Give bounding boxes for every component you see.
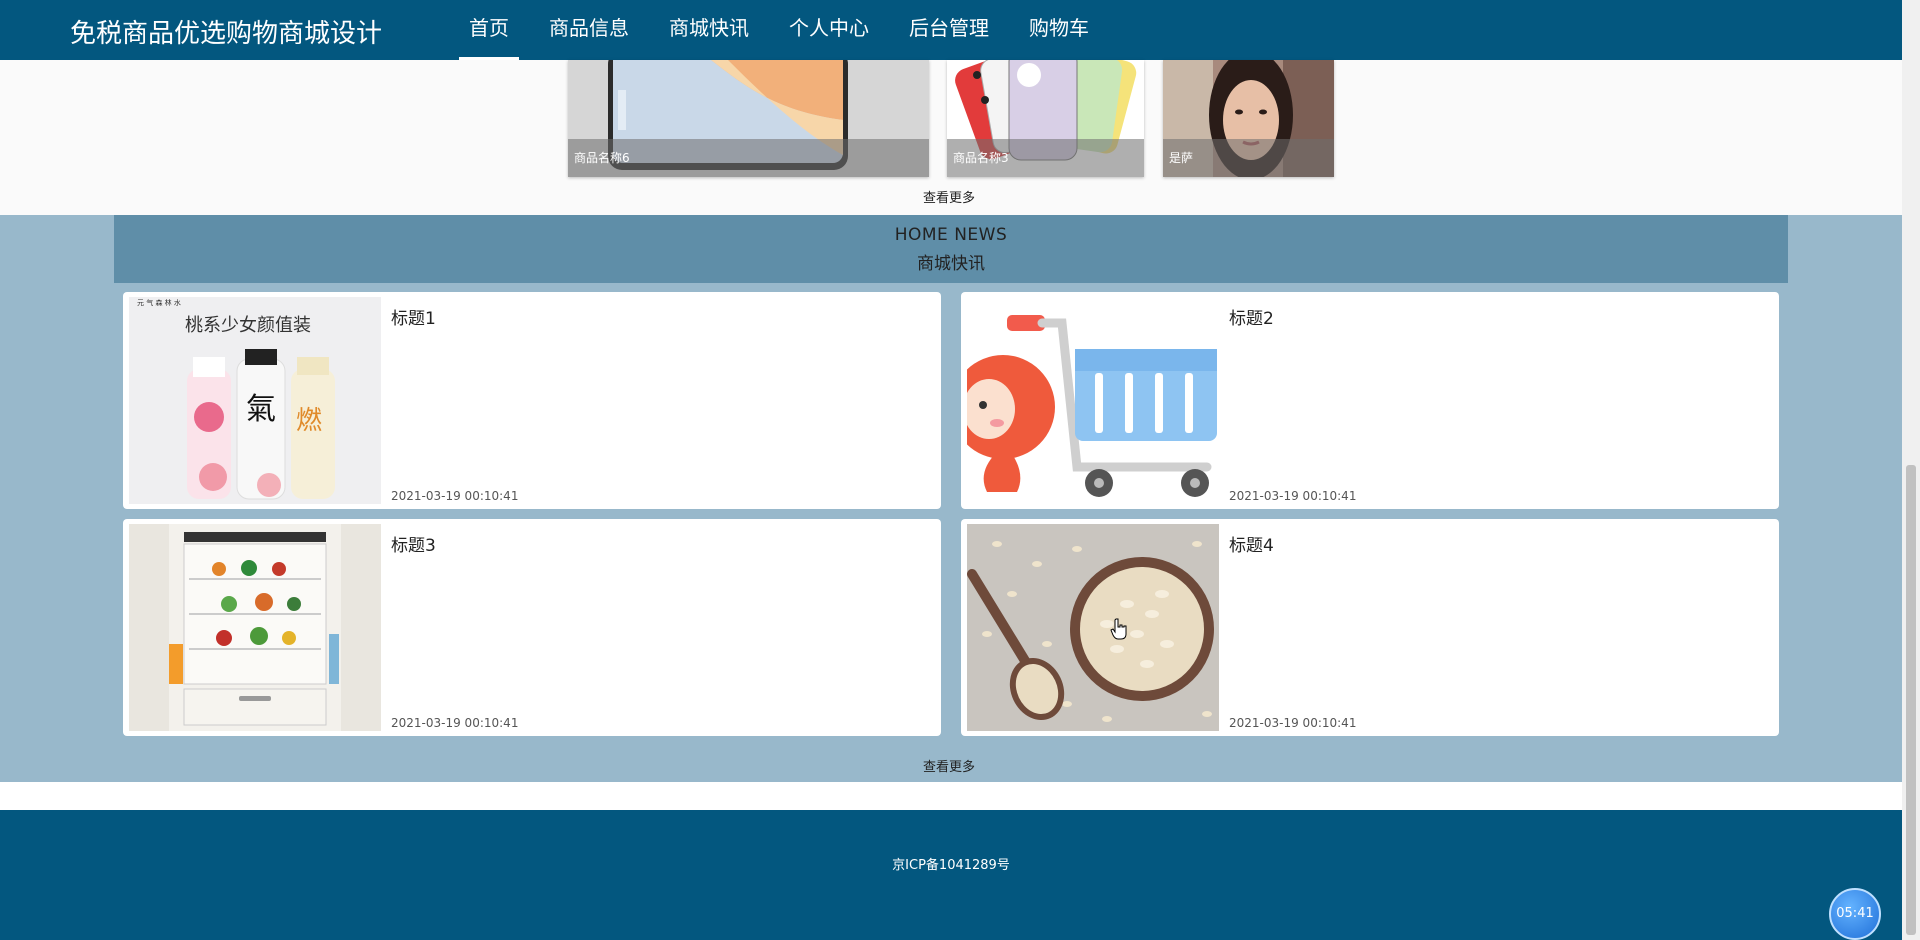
news-title[interactable]: 标题1 (391, 304, 436, 329)
product-card[interactable]: 商品名称3 (947, 60, 1144, 177)
news-card[interactable]: 标题3 2021-03-19 00:10:41 (123, 519, 941, 736)
news-title-en: HOME NEWS (894, 225, 1008, 245)
drinks-brand-text: 元 气 森 林 水 (137, 298, 181, 307)
oats-image (967, 524, 1219, 731)
nav-products[interactable]: 商品信息 (539, 0, 639, 60)
news-title[interactable]: 标题3 (391, 531, 436, 556)
news-date: 2021-03-19 00:10:41 (1229, 489, 1357, 503)
news-card[interactable]: 标题4 2021-03-19 00:10:41 (961, 519, 1779, 736)
clock-widget[interactable]: 05:41 (1829, 888, 1881, 940)
product-section: 商品名称6 商品名称3 是萨 查看更多 (0, 60, 1902, 215)
news-thumbnail (967, 297, 1219, 504)
svg-text:氣: 氣 (246, 392, 276, 427)
product-name: 商品名称3 (947, 139, 1144, 177)
shopping-cart-image (967, 297, 1219, 504)
footer: 京ICP备1041289号 (0, 810, 1902, 940)
product-card[interactable]: 商品名称6 (568, 60, 929, 177)
nav-news[interactable]: 商城快讯 (659, 0, 759, 60)
product-name: 商品名称6 (568, 139, 929, 177)
scrollbar-thumb[interactable] (1906, 465, 1916, 935)
drinks-slogan: 桃系少女颜值装 (185, 315, 311, 336)
news-date: 2021-03-19 00:10:41 (1229, 716, 1357, 730)
news-title[interactable]: 标题4 (1229, 531, 1274, 556)
nav-cart[interactable]: 购物车 (1019, 0, 1099, 60)
news-thumbnail (967, 524, 1219, 731)
view-more-news-link[interactable]: 查看更多 (923, 756, 975, 775)
product-card[interactable]: 是萨 (1163, 60, 1334, 177)
news-header: HOME NEWS 商城快讯 (114, 215, 1788, 283)
news-section: HOME NEWS 商城快讯 元 气 森 林 水 桃系少女颜值装 氣 燃 标题1… (0, 215, 1902, 782)
news-card[interactable]: 标题2 2021-03-19 00:10:41 (961, 292, 1779, 509)
main-nav: 首页 商品信息 商城快讯 个人中心 后台管理 购物车 (459, 0, 1119, 60)
view-more-products-link[interactable]: 查看更多 (923, 187, 975, 206)
news-thumbnail (129, 524, 381, 731)
news-card[interactable]: 元 气 森 林 水 桃系少女颜值装 氣 燃 标题1 2021-03-19 00:… (123, 292, 941, 509)
vertical-scrollbar[interactable] (1902, 0, 1920, 940)
nav-user-center[interactable]: 个人中心 (779, 0, 879, 60)
icp-record: 京ICP备1041289号 (892, 858, 1010, 873)
news-thumbnail: 元 气 森 林 水 桃系少女颜值装 氣 燃 (129, 297, 381, 504)
hand-cursor-icon (1110, 618, 1127, 640)
drinks-image: 元 气 森 林 水 桃系少女颜值装 氣 燃 (129, 297, 381, 504)
nav-home[interactable]: 首页 (459, 0, 519, 60)
top-navbar: 免税商品优选购物商城设计 首页 商品信息 商城快讯 个人中心 后台管理 购物车 (0, 0, 1902, 60)
site-title[interactable]: 免税商品优选购物商城设计 (70, 13, 382, 50)
news-title[interactable]: 标题2 (1229, 304, 1274, 329)
product-name: 是萨 (1163, 139, 1334, 177)
news-date: 2021-03-19 00:10:41 (391, 489, 519, 503)
refrigerator-image (129, 524, 381, 731)
news-date: 2021-03-19 00:10:41 (391, 716, 519, 730)
nav-admin[interactable]: 后台管理 (899, 0, 999, 60)
drinks-bottle-text: 燃 (296, 406, 322, 436)
news-title-cn: 商城快讯 (917, 254, 985, 274)
